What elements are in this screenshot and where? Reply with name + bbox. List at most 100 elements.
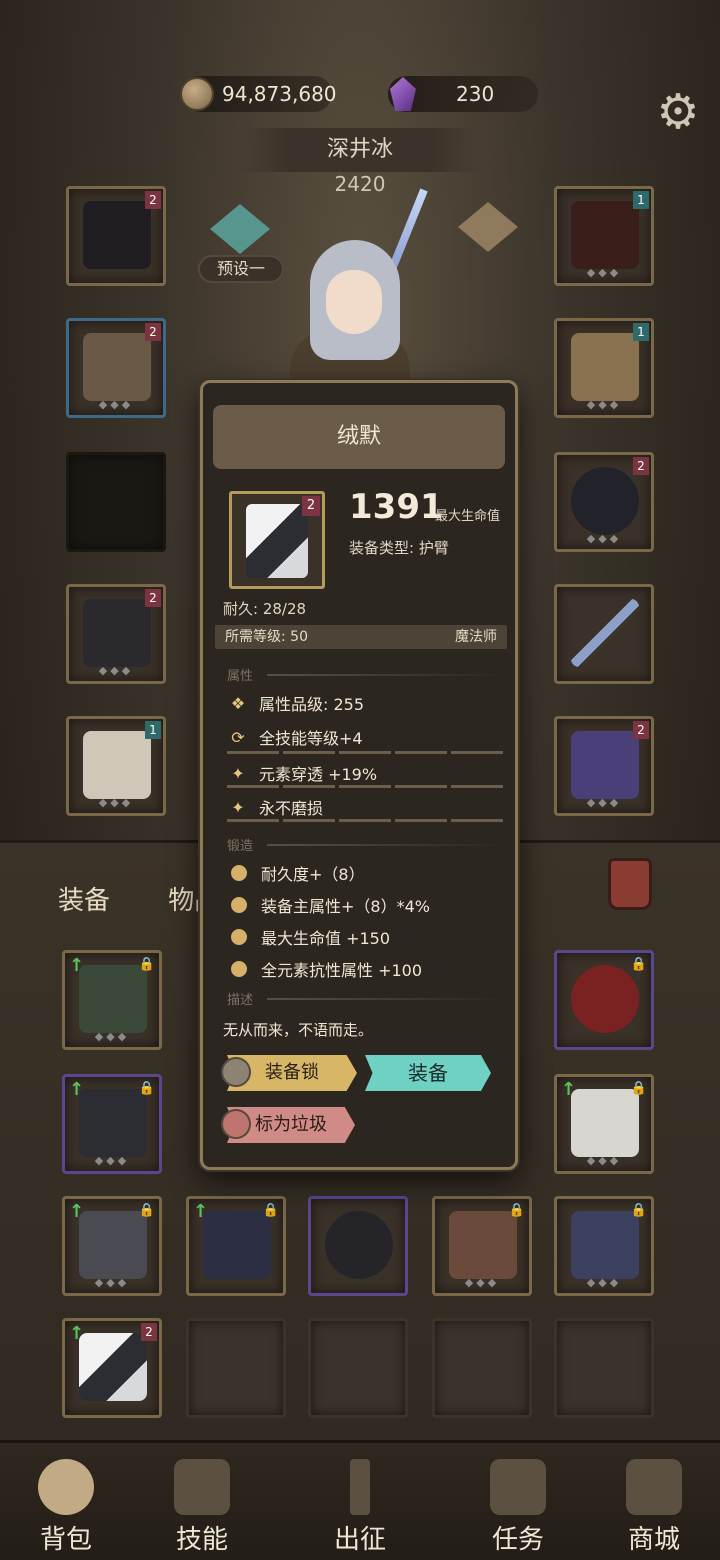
tier-badge: 2: [141, 1323, 157, 1341]
divider: [227, 751, 505, 754]
upgrade-arrow-icon: ↑: [69, 955, 85, 976]
required-level: 所需等级: 50: [225, 629, 308, 645]
equip-slot-amulet[interactable]: 1 ◆◆◆: [554, 186, 654, 286]
lock-icon: 🔒: [630, 1203, 647, 1218]
equip-button[interactable]: 装备: [365, 1055, 491, 1091]
equip-slot-trinket[interactable]: 1 ◆◆◆: [554, 318, 654, 418]
inventory-slot[interactable]: [308, 1196, 408, 1296]
rose-offhand-icon: [571, 731, 639, 799]
nav-skills[interactable]: 技能: [152, 1459, 252, 1556]
attributes-header: 属性: [227, 665, 508, 684]
attribute-row: ⟳ 全技能等级+4: [227, 725, 362, 749]
inventory-slot[interactable]: ↑ 🔒 ◆◆◆: [62, 1196, 162, 1296]
nav-expedition[interactable]: 出征: [310, 1459, 410, 1556]
junk-icon: [221, 1109, 251, 1139]
item-tooltip: 绒默 2 1391 最大生命值 装备类型: 护臂 耐久: 28/28 所需等级:…: [200, 380, 518, 1170]
upgrade-arrow-icon: ↑: [69, 1079, 85, 1100]
trash-bin-icon[interactable]: [608, 858, 652, 910]
tier-badge: 2: [145, 191, 161, 209]
cloak-armor-icon: [83, 333, 151, 401]
backpack-icon: [38, 1459, 94, 1515]
attribute-row: ❖ 属性品级: 255: [227, 691, 364, 715]
dragon-helm-icon: [571, 1211, 639, 1279]
inventory-slot[interactable]: ↑ 2: [62, 1318, 162, 1418]
equip-slot-empty[interactable]: [66, 452, 166, 552]
inventory-slot-empty[interactable]: [554, 1318, 654, 1418]
equip-slot-pants[interactable]: 2 ◆◆◆: [66, 584, 166, 684]
staff-icon: [571, 599, 639, 667]
settings-gear-icon[interactable]: ⚙: [652, 86, 704, 138]
inventory-slot-empty[interactable]: [432, 1318, 532, 1418]
hood-icon: [79, 1211, 147, 1279]
forge-row: 装备主属性+（8）*4%: [227, 893, 430, 917]
upgrade-arrow-icon: ↑: [69, 1323, 85, 1344]
forge-dot-icon: [231, 897, 247, 913]
purple-gem-icon: [390, 77, 416, 111]
inventory-slot[interactable]: ↑ 🔒 ◆◆◆: [554, 1074, 654, 1174]
quest-scroll-icon: [490, 1459, 546, 1515]
requirement-bar: 所需等级: 50 魔法师: [215, 625, 507, 649]
nav-shop[interactable]: 商城: [604, 1459, 704, 1556]
inventory-slot[interactable]: 🔒: [554, 950, 654, 1050]
inventory-slot-empty[interactable]: [308, 1318, 408, 1418]
pants-icon: [83, 599, 151, 667]
sparkle-icon: ✦: [231, 763, 245, 783]
divider: [227, 819, 505, 822]
tier-badge: 2: [302, 496, 320, 516]
white-bracer-icon: [571, 1089, 639, 1157]
lock-icon: 🔒: [630, 957, 647, 972]
refresh-icon: ⟳: [231, 727, 245, 747]
gem-counter: 230: [388, 76, 538, 112]
tab-equipment[interactable]: 装备: [58, 886, 110, 916]
socket-gems: ◆◆◆: [586, 398, 622, 411]
nav-backpack[interactable]: 背包: [16, 1459, 116, 1556]
lock-icon: 🔒: [508, 1203, 525, 1218]
spellbook-icon: [449, 1211, 517, 1279]
inventory-slot[interactable]: 🔒 ◆◆◆: [432, 1196, 532, 1296]
item-preview: 2: [229, 491, 325, 589]
dark-ring-icon: [571, 467, 639, 535]
tier-badge: 2: [145, 323, 161, 341]
inventory-slot[interactable]: ↑ 🔒: [186, 1196, 286, 1296]
nav-label: 任务: [491, 1525, 544, 1555]
shop-crown-icon: [626, 1459, 682, 1515]
star-amulet-icon: [203, 1211, 271, 1279]
equip-slot-helmet[interactable]: 2: [66, 186, 166, 286]
lock-icon: 🔒: [138, 1081, 155, 1096]
equip-slot-boots[interactable]: 1 ◆◆◆: [66, 716, 166, 816]
character-name: 深井冰: [240, 128, 480, 172]
nav-label: 背包: [39, 1525, 92, 1555]
gold-counter: 94,873,680: [180, 76, 337, 112]
socket-gems: ◆◆◆: [98, 796, 134, 809]
sword-icon: [350, 1459, 370, 1515]
equip-type: 装备类型: 护臂: [349, 537, 449, 558]
required-class: 魔法师: [455, 629, 497, 645]
bracer-item-icon: [79, 1333, 147, 1401]
black-ring-icon: [325, 1211, 393, 1279]
equip-slot-ring[interactable]: 2 ◆◆◆: [554, 452, 654, 552]
socket-gems: ◆◆◆: [586, 532, 622, 545]
socket-gems: ◆◆◆: [98, 398, 134, 411]
lock-icon: 🔒: [630, 1081, 647, 1096]
cage-helm-icon: [83, 201, 151, 269]
inventory-slot-empty[interactable]: [186, 1318, 286, 1418]
equip-slot-weapon[interactable]: [554, 584, 654, 684]
inventory-slot[interactable]: ↑ 🔒 ◆◆◆: [62, 1074, 162, 1174]
nav-label: 商城: [627, 1525, 680, 1555]
item-title: 绒默: [213, 405, 505, 469]
equip-slot-armor[interactable]: 2 ◆◆◆: [66, 318, 166, 418]
nav-label: 技能: [175, 1525, 228, 1555]
padlock-icon: [221, 1057, 251, 1087]
socket-gems: ◆◆◆: [94, 1276, 130, 1289]
nav-quests[interactable]: 任务: [468, 1459, 568, 1556]
inventory-slot[interactable]: 🔒 ◆◆◆: [554, 1196, 654, 1296]
tier-badge: 2: [145, 589, 161, 607]
gold-value: 94,873,680: [222, 82, 337, 106]
equip-slot-offhand[interactable]: 2 ◆◆◆: [554, 716, 654, 816]
inventory-slot[interactable]: ↑ 🔒 ◆◆◆: [62, 950, 162, 1050]
equip-type-value: 护臂: [418, 539, 449, 557]
owl-trinket-icon: [571, 333, 639, 401]
equip-type-label: 装备类型:: [349, 539, 415, 557]
tier-badge: 2: [633, 457, 649, 475]
nav-label: 出征: [333, 1525, 386, 1555]
